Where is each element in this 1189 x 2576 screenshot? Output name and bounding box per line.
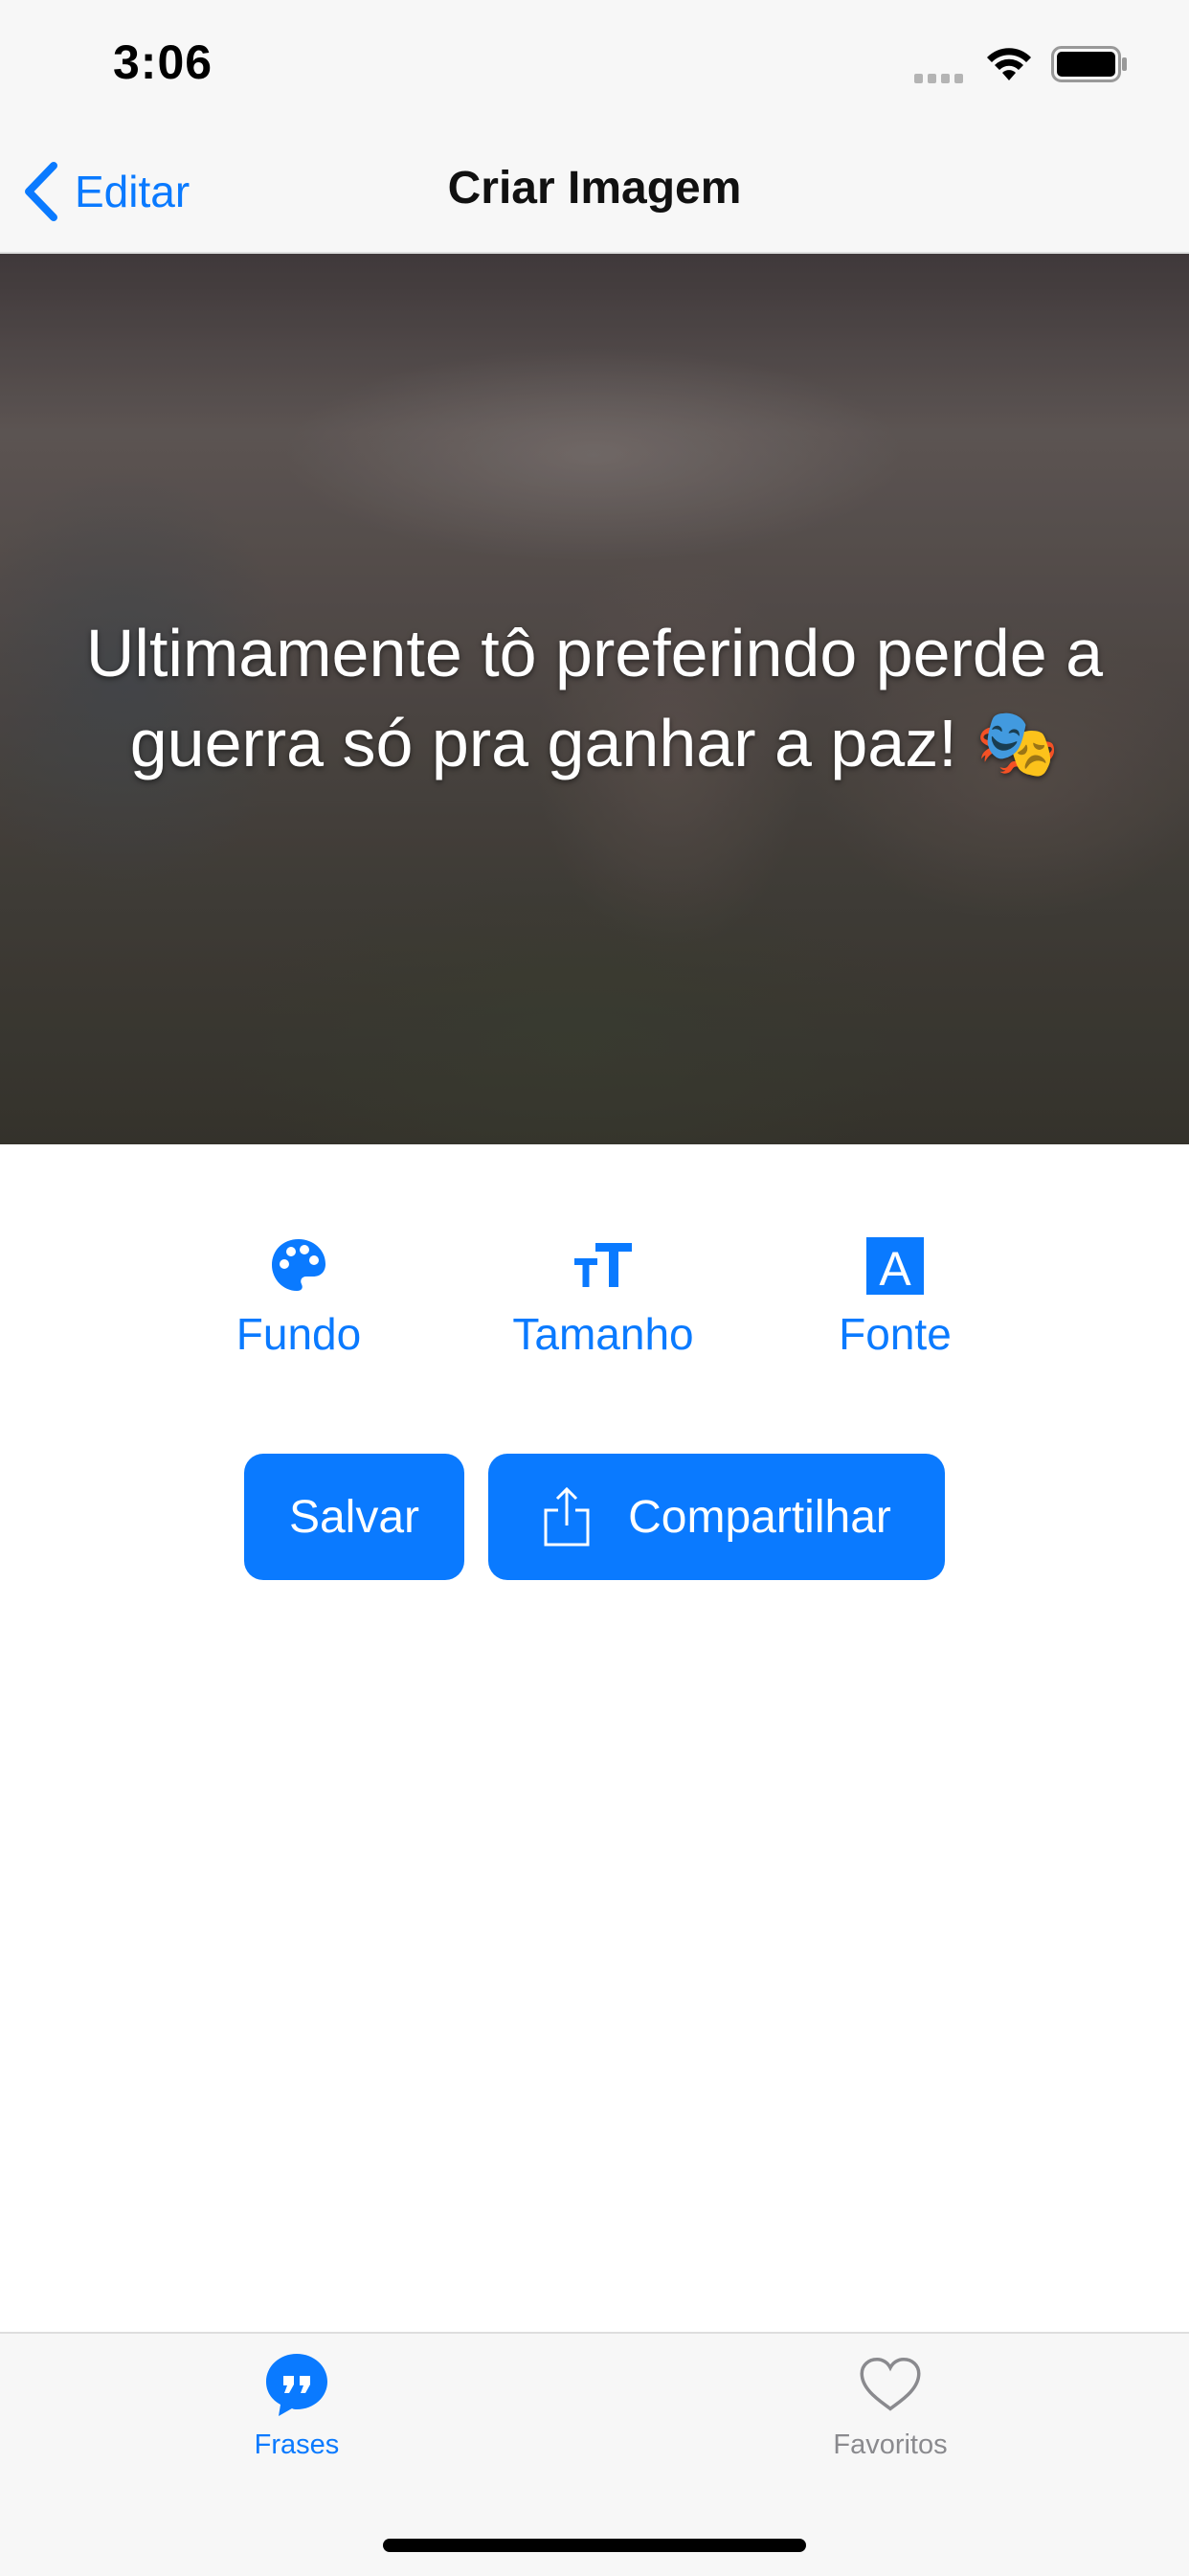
quote-bubble-icon [266,2354,327,2416]
save-button[interactable]: Salvar [244,1454,464,1580]
share-icon [544,1487,590,1547]
palette-icon [272,1239,325,1291]
text-size-tool-label: Tamanho [512,1309,694,1359]
quote-line-2: guerra só pra ganhar a paz! 🎭 [129,706,1060,780]
tab-favoritos-label: Favoritos [833,2429,948,2460]
home-indicator [383,2539,806,2552]
navigation-bar: Editar Criar Imagem [0,129,1189,254]
font-icon: A [866,1237,924,1296]
text-size-icon [574,1243,632,1287]
share-button[interactable]: Compartilhar [488,1454,945,1580]
cellular-signal-icon [914,71,972,83]
heart-icon [860,2357,921,2411]
wifi-icon [987,48,1031,80]
svg-text:A: A [879,1242,911,1296]
background-tool-button[interactable]: Fundo [232,1235,366,1360]
page-title: Criar Imagem [447,163,742,214]
image-preview: Ultimamente tô preferindo perde a guerra… [0,254,1189,1144]
save-button-label: Salvar [288,1491,420,1543]
status-time: 3:06 [113,35,213,89]
share-button-label: Compartilhar [628,1491,891,1543]
font-tool-button[interactable]: A Fonte [833,1235,957,1360]
tab-frases[interactable]: Frases [211,2351,383,2461]
edit-tools: Fundo Tamanho A Fonte [0,1235,1189,1369]
status-bar: 3:06 [0,0,1189,129]
quote-line-1: Ultimamente tô preferindo perde a [85,616,1104,690]
tab-favoritos[interactable]: Favoritos [795,2351,986,2461]
quote-text: Ultimamente tô preferindo perde a guerra… [38,608,1151,788]
text-size-tool-button[interactable]: Tamanho [503,1235,704,1360]
font-tool-label: Fonte [839,1309,952,1359]
battery-icon [1051,46,1127,82]
background-tool-label: Fundo [236,1309,362,1359]
tab-frases-label: Frases [254,2429,340,2460]
